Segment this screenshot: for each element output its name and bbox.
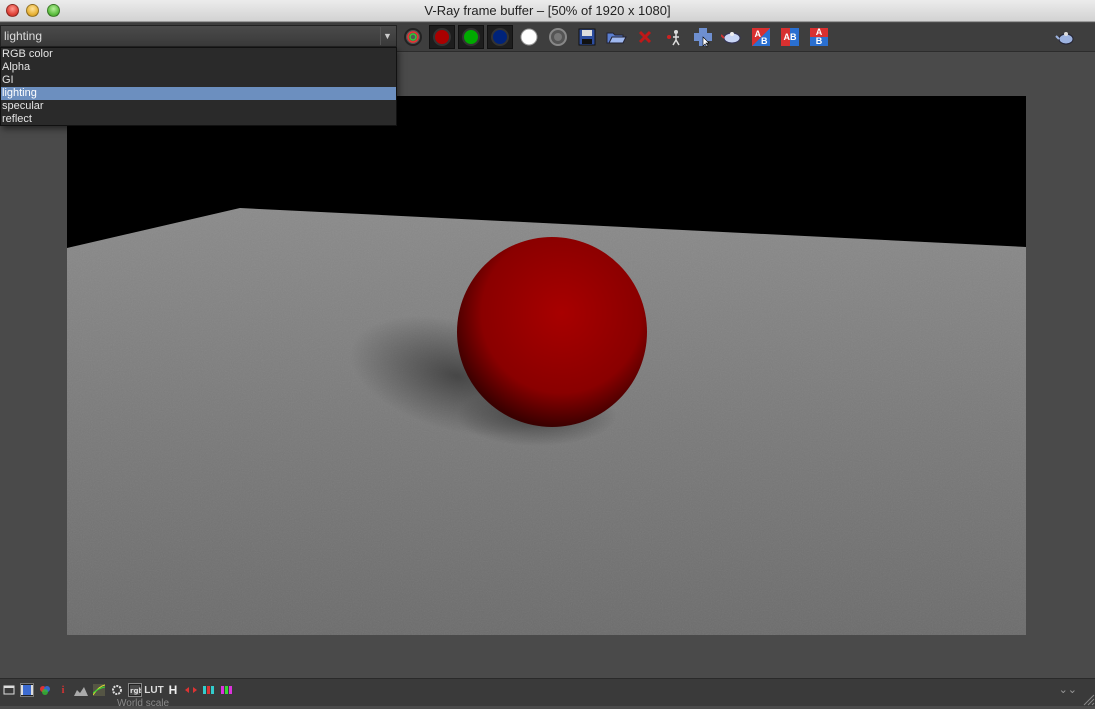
rendered-scene bbox=[67, 96, 1026, 635]
teapot-button[interactable] bbox=[1053, 25, 1079, 49]
channel-option-gi[interactable]: GI bbox=[1, 74, 396, 87]
ab-compare-icon: AB bbox=[781, 28, 799, 46]
alpha-channel-icon bbox=[520, 28, 538, 46]
channel-option-lighting[interactable]: lighting bbox=[1, 87, 396, 100]
channel-option-rgb-color[interactable]: RGB color bbox=[1, 48, 396, 61]
levels-icon[interactable] bbox=[74, 683, 88, 697]
ab-compare-vertical-button[interactable]: AB bbox=[806, 25, 832, 49]
teapot-icon bbox=[1055, 32, 1074, 45]
region-render-icon bbox=[694, 28, 712, 48]
rgb-channels-icon bbox=[404, 28, 422, 46]
track-mouse-button[interactable] bbox=[661, 25, 687, 49]
b-label: B bbox=[815, 36, 823, 46]
curves-icon[interactable] bbox=[92, 683, 106, 697]
zoom-window-button[interactable] bbox=[47, 4, 60, 17]
channel-option-reflect[interactable]: reflect bbox=[1, 113, 396, 126]
channel-option-specular[interactable]: specular bbox=[1, 100, 396, 113]
world-scale-label: World scale bbox=[117, 698, 170, 709]
ab-compare-vertical-icon: AB bbox=[810, 28, 828, 46]
collapse-panel-icon[interactable]: ⌄⌄ bbox=[1059, 683, 1077, 696]
exposure-icon[interactable] bbox=[110, 683, 124, 697]
ab-compare-horizontal-button[interactable]: AB bbox=[748, 25, 774, 49]
window-title: V-Ray frame buffer – [50% of 1920 x 1080… bbox=[424, 3, 671, 18]
b-label: B bbox=[761, 35, 768, 46]
title-bar: V-Ray frame buffer – [50% of 1920 x 1080… bbox=[0, 0, 1095, 22]
render-button[interactable] bbox=[719, 25, 745, 49]
close-window-button[interactable] bbox=[6, 4, 19, 17]
save-image-button[interactable] bbox=[574, 25, 600, 49]
status-toolbar: i rgb LUT H bbox=[2, 683, 234, 697]
channel-dropdown-list: RGB color Alpha GI lighting specular ref… bbox=[0, 47, 397, 126]
b-label: B bbox=[790, 32, 797, 42]
ab-compare-horizontal-icon: AB bbox=[752, 28, 770, 46]
film-icon[interactable] bbox=[20, 683, 34, 697]
rgb-channels-button[interactable] bbox=[400, 25, 426, 49]
save-icon bbox=[578, 28, 596, 46]
red-channel-button[interactable] bbox=[429, 25, 455, 49]
ab-compare-button[interactable]: AB bbox=[777, 25, 803, 49]
svg-text:rgb: rgb bbox=[130, 687, 141, 695]
histogram-icon[interactable]: H bbox=[166, 683, 180, 697]
blue-channel-icon bbox=[491, 28, 509, 46]
info-icon[interactable]: i bbox=[56, 683, 70, 697]
srgb-icon[interactable]: rgb bbox=[128, 683, 142, 697]
region-render-button[interactable] bbox=[690, 25, 716, 49]
rendered-image bbox=[67, 96, 1026, 635]
resize-grip-icon[interactable] bbox=[1081, 692, 1095, 706]
chevron-down-icon[interactable]: ▼ bbox=[380, 27, 394, 45]
stereo-green-magenta-icon[interactable] bbox=[220, 683, 234, 697]
alpha-channel-button[interactable] bbox=[516, 25, 542, 49]
status-bar: i rgb LUT H World scale ⌄⌄ bbox=[0, 678, 1095, 709]
channel-option-alpha[interactable]: Alpha bbox=[1, 61, 396, 74]
lut-icon[interactable]: LUT bbox=[144, 683, 163, 697]
minimize-window-button[interactable] bbox=[26, 4, 39, 17]
open-icon bbox=[606, 32, 627, 44]
pixel-aspect-icon[interactable] bbox=[184, 683, 198, 697]
color-correction-icon[interactable] bbox=[38, 683, 52, 697]
channel-select[interactable]: lighting ▼ bbox=[0, 25, 397, 47]
monochrome-icon bbox=[549, 28, 567, 46]
blue-channel-button[interactable] bbox=[487, 25, 513, 49]
window-icon[interactable] bbox=[2, 683, 16, 697]
open-image-button[interactable] bbox=[603, 25, 629, 49]
green-channel-icon bbox=[462, 28, 480, 46]
render-icon bbox=[721, 32, 741, 44]
clear-icon bbox=[638, 30, 652, 44]
stereo-red-cyan-icon[interactable] bbox=[202, 683, 216, 697]
track-mouse-icon bbox=[667, 30, 680, 46]
red-channel-icon bbox=[433, 28, 451, 46]
green-channel-button[interactable] bbox=[458, 25, 484, 49]
channel-select-value: lighting bbox=[4, 29, 43, 43]
clear-image-button[interactable] bbox=[632, 25, 658, 49]
monochrome-button[interactable] bbox=[545, 25, 571, 49]
